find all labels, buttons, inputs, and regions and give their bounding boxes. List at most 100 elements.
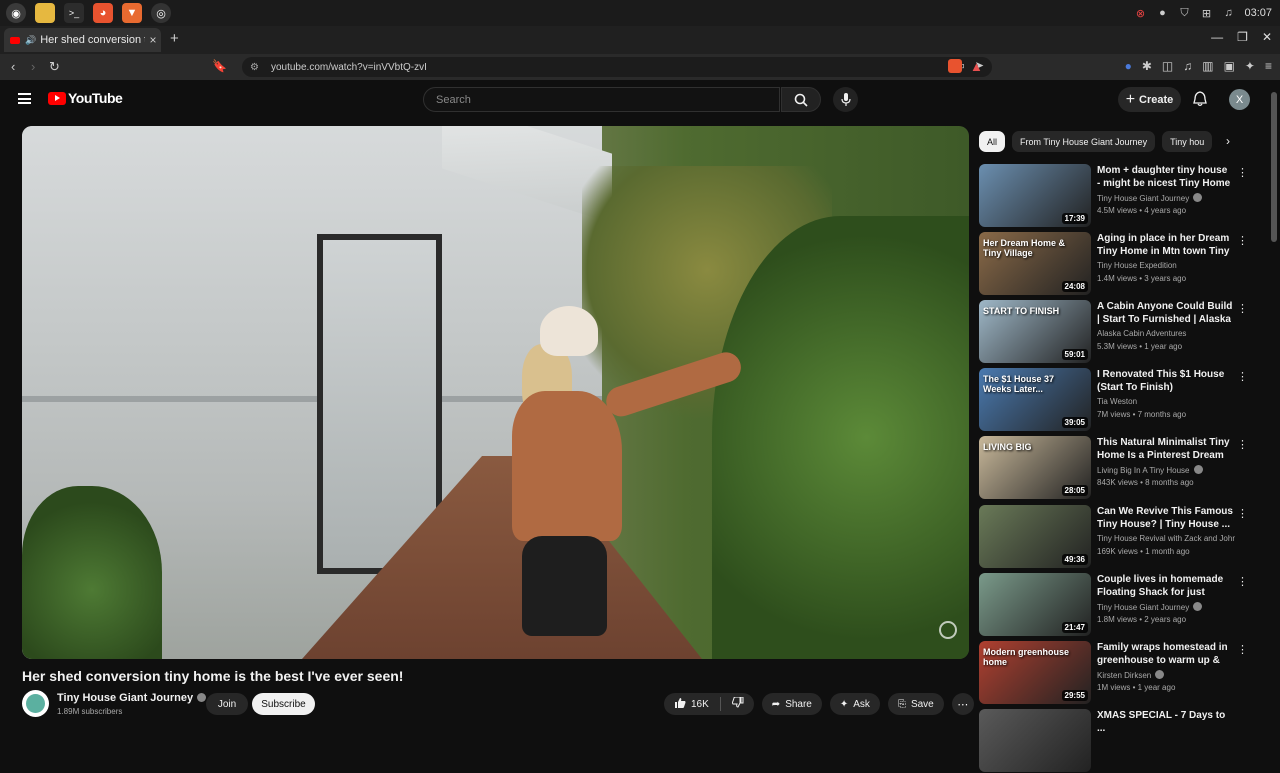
screenshot-icon[interactable]: ◫ (1162, 59, 1173, 73)
music-icon[interactable]: ♫ (1222, 7, 1234, 19)
more-actions-button[interactable]: ⋯ (951, 693, 974, 715)
chip-tiny-house[interactable]: Tiny hou (1162, 131, 1213, 152)
channel-avatar[interactable] (22, 690, 49, 717)
shield-icon[interactable]: ⛉ (1178, 7, 1190, 19)
sidebar-icon[interactable]: ▥ (1202, 59, 1213, 73)
recommendation-item[interactable]: Modern greenhouse home 29:55 Family wraps … (979, 641, 1259, 705)
recommendation-title[interactable]: Family wraps homestead in greenhouse to … (1097, 641, 1233, 667)
url-field[interactable]: 🔖 ⚙ youtube.com/watch?v=inVVbtQ-zvI ▭ ➤ (212, 57, 992, 77)
chip-from-channel[interactable]: From Tiny House Giant Journey (1012, 131, 1156, 152)
minimize-icon[interactable]: — (1211, 30, 1223, 44)
recommendation-more-icon[interactable]: ⋮ (1237, 166, 1248, 179)
brave-rewards-icon[interactable]: ▲ (970, 59, 983, 74)
recommendation-title[interactable]: Aging in place in her Dream Tiny Home in… (1097, 232, 1233, 258)
recommendation-channel[interactable]: Tiny House Giant Journey (1097, 602, 1235, 612)
recommendation-more-icon[interactable]: ⋮ (1237, 438, 1248, 451)
speaker-icon[interactable]: 🔊 (25, 35, 36, 46)
close-window-icon[interactable]: ✕ (1262, 30, 1272, 44)
recommendation-title[interactable]: I Renovated This $1 House (Start To Fini… (1097, 368, 1233, 394)
brave-icon[interactable]: ▼ (122, 3, 142, 23)
voice-search-button[interactable] (833, 87, 858, 112)
recommendation-channel[interactable]: Tia Weston (1097, 397, 1235, 406)
guide-menu-icon[interactable] (18, 93, 31, 104)
brave-shields-icon[interactable] (948, 59, 962, 76)
recommendation-item[interactable]: 17:39 Mom + daughter tiny house - might b… (979, 164, 1259, 228)
update-icon[interactable]: ⊗ (1134, 7, 1146, 20)
recommendation-more-icon[interactable]: ⋮ (1237, 643, 1248, 656)
folder-icon[interactable] (35, 3, 55, 23)
recommendation-item[interactable]: The $1 House 37 Weeks Later... 39:05 I Ren… (979, 368, 1259, 432)
recommendation-more-icon[interactable]: ⋮ (1237, 234, 1248, 247)
recommendation-item[interactable]: 49:36 Can We Revive This Famous Tiny Hous… (979, 505, 1259, 569)
chrome-icon[interactable]: ◎ (151, 3, 171, 23)
recommendation-item[interactable]: XMAS SPECIAL - 7 Days to ... (979, 709, 1259, 773)
chip-all[interactable]: All (979, 131, 1006, 152)
site-info-icon[interactable]: ⚙ (250, 62, 259, 73)
reload-icon[interactable]: ↻ (49, 59, 60, 75)
recommendation-title[interactable]: A Cabin Anyone Could Build | Start To Fu… (1097, 300, 1233, 326)
recommendation-more-icon[interactable]: ⋮ (1237, 370, 1248, 383)
menu-icon[interactable]: ≡ (1265, 59, 1272, 73)
like-button[interactable] (674, 697, 686, 711)
recommendation-thumbnail[interactable]: 17:39 (979, 164, 1091, 227)
recommendation-thumbnail[interactable]: LIVING BIG 28:05 (979, 436, 1091, 499)
share-button[interactable]: ➦ Share (761, 693, 822, 715)
search-input[interactable]: Search (423, 87, 780, 112)
recommendation-title[interactable]: This Natural Minimalist Tiny Home Is a P… (1097, 436, 1233, 462)
join-button[interactable]: Join (206, 693, 248, 715)
firefox-icon[interactable]: ◕ (93, 3, 113, 23)
account-avatar[interactable]: X (1229, 89, 1250, 110)
channel-name[interactable]: Tiny House Giant Journey (57, 692, 207, 704)
recommendation-item[interactable]: START TO FINISH 59:01 A Cabin Anyone Could… (979, 300, 1259, 364)
notifications-bell-icon[interactable] (1193, 91, 1207, 107)
recommendation-more-icon[interactable]: ⋮ (1237, 575, 1248, 588)
recommendation-thumbnail[interactable]: 21:47 (979, 573, 1091, 636)
youtube-logo[interactable]: YouTube (48, 90, 123, 106)
search-button[interactable] (781, 87, 821, 112)
close-tab-icon[interactable]: × (145, 33, 161, 47)
page-scrollbar[interactable] (1271, 92, 1277, 242)
recommendation-thumbnail[interactable]: START TO FINISH 59:01 (979, 300, 1091, 363)
recommendation-title[interactable]: XMAS SPECIAL - 7 Days to ... (1097, 709, 1233, 735)
recommendation-more-icon[interactable]: ⋮ (1237, 507, 1248, 520)
recommendation-title[interactable]: Couple lives in homemade Floating Shack … (1097, 573, 1233, 599)
recommendation-item[interactable]: Her Dream Home & Tiny Village 24:08 Aging … (979, 232, 1259, 296)
recommendation-thumbnail[interactable]: Her Dream Home & Tiny Village 24:08 (979, 232, 1091, 295)
clock[interactable]: 03:07 (1244, 7, 1272, 19)
recommendation-thumbnail[interactable]: The $1 House 37 Weeks Later... 39:05 (979, 368, 1091, 431)
recommendation-channel[interactable]: Alaska Cabin Adventures (1097, 329, 1235, 338)
recommendation-channel[interactable]: Tiny House Expedition (1097, 261, 1235, 270)
ask-button[interactable]: ✦ Ask (829, 693, 880, 715)
terminal-icon[interactable]: >_ (64, 3, 84, 23)
recommendation-channel[interactable]: Tiny House Giant Journey (1097, 193, 1235, 203)
channel-watermark-icon[interactable] (939, 621, 957, 639)
media-icon[interactable]: ♫ (1183, 59, 1192, 73)
browser-tab-active[interactable]: 🔊 Her shed conversion tiny h × (4, 28, 161, 52)
network-icon[interactable]: ⊞ (1200, 7, 1212, 20)
new-tab-button[interactable]: + (170, 30, 179, 47)
profile-sync-icon[interactable]: ● (1125, 59, 1132, 73)
back-icon[interactable]: ‹ (11, 59, 15, 74)
recommendation-thumbnail[interactable]: 49:36 (979, 505, 1091, 568)
subscribe-button[interactable]: Subscribe (252, 693, 315, 715)
chips-next-icon[interactable]: › (1226, 134, 1230, 148)
recommendation-channel[interactable]: Kirsten Dirksen (1097, 670, 1235, 680)
recommendation-channel[interactable]: Tiny House Revival with Zack and John a.… (1097, 534, 1235, 543)
video-player[interactable] (22, 126, 969, 659)
recommendation-title[interactable]: Mom + daughter tiny house - might be nic… (1097, 164, 1233, 190)
recommendation-title[interactable]: Can We Revive This Famous Tiny House? | … (1097, 505, 1233, 531)
recommendation-channel[interactable]: Living Big In A Tiny House (1097, 465, 1235, 475)
dislike-button[interactable] (731, 696, 744, 711)
save-button[interactable]: ⎘ Save (887, 693, 944, 715)
bookmark-icon[interactable]: 🔖 (212, 59, 227, 73)
extensions-icon[interactable]: ✱ (1142, 59, 1152, 73)
create-button[interactable]: + Create (1118, 87, 1181, 112)
recommendation-item[interactable]: LIVING BIG 28:05 This Natural Minimalist T… (979, 436, 1259, 500)
forward-icon[interactable]: › (31, 59, 35, 74)
mint-menu-icon[interactable]: ◉ (6, 3, 26, 23)
recommendation-thumbnail[interactable] (979, 709, 1091, 772)
recommendation-item[interactable]: 21:47 Couple lives in homemade Floating S… (979, 573, 1259, 637)
wallet-icon[interactable]: ▣ (1224, 59, 1235, 73)
leo-icon[interactable]: ✦ (1245, 59, 1255, 73)
recommendation-more-icon[interactable]: ⋮ (1237, 302, 1248, 315)
